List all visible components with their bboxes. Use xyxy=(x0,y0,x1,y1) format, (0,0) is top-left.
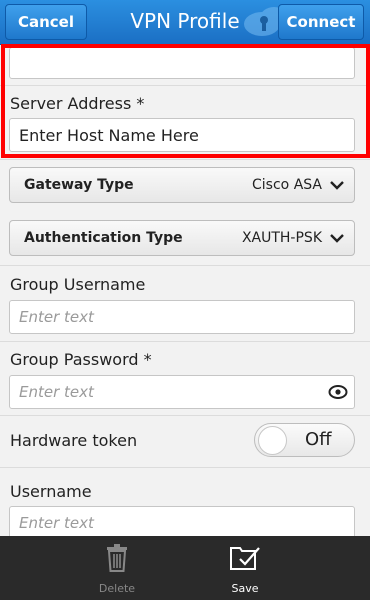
save-icon xyxy=(230,547,260,570)
hardware-token-section: Hardware token Off xyxy=(0,415,370,467)
server-address-input[interactable]: Enter Host Name Here xyxy=(9,118,355,152)
server-address-section: Server Address * Enter Host Name Here xyxy=(0,85,370,159)
action-bar: Delete Save xyxy=(0,536,370,600)
group-password-label: Group Password * xyxy=(10,350,152,369)
save-label: Save xyxy=(231,582,259,595)
gateway-section: Gateway Type Cisco ASA Authentication Ty… xyxy=(0,159,370,265)
authentication-type-label: Authentication Type xyxy=(24,230,183,246)
chevron-down-icon xyxy=(330,181,344,190)
hardware-token-toggle[interactable]: Off xyxy=(254,423,355,457)
group-password-placeholder: Enter text xyxy=(19,383,94,401)
username-section: Username Enter text xyxy=(0,467,370,536)
hardware-token-label: Hardware token xyxy=(10,431,138,450)
gateway-type-label: Gateway Type xyxy=(24,177,134,193)
gateway-type-dropdown[interactable]: Gateway Type Cisco ASA xyxy=(9,167,355,203)
delete-label: Delete xyxy=(98,582,136,595)
authentication-type-value: XAUTH-PSK xyxy=(241,230,322,246)
group-username-section: Group Username Enter text xyxy=(0,265,370,341)
group-username-input[interactable]: Enter text xyxy=(9,300,355,334)
username-label: Username xyxy=(10,482,92,501)
title-bar: Cancel VPN Profile Connect xyxy=(0,0,370,45)
chevron-down-icon xyxy=(330,234,344,243)
connect-button[interactable]: Connect xyxy=(278,4,364,40)
show-password-eye-icon[interactable] xyxy=(328,384,348,400)
authentication-type-dropdown[interactable]: Authentication Type XAUTH-PSK xyxy=(9,220,355,256)
form-content: Server Address * Enter Host Name Here Ga… xyxy=(0,45,370,536)
trash-icon xyxy=(107,544,127,572)
save-button[interactable]: Save xyxy=(205,544,285,595)
server-address-label: Server Address * xyxy=(10,94,145,113)
hardware-token-state: Off xyxy=(305,429,332,450)
group-password-input[interactable]: Enter text xyxy=(9,375,355,409)
delete-button[interactable]: Delete xyxy=(77,544,157,595)
username-input[interactable]: Enter text xyxy=(9,506,355,536)
group-password-section: Group Password * Enter text xyxy=(0,341,370,415)
group-username-label: Group Username xyxy=(10,275,146,294)
previous-field-input[interactable] xyxy=(9,47,355,79)
gateway-type-value: Cisco ASA xyxy=(252,177,322,193)
toggle-knob xyxy=(258,426,287,455)
